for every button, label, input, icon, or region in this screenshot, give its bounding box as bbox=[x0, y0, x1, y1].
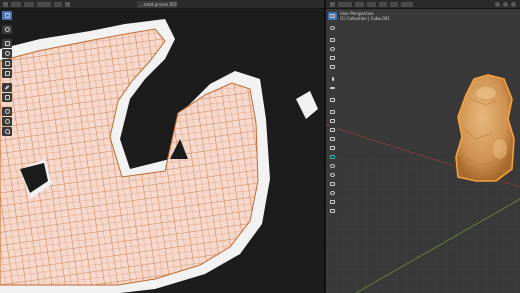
editor-type-icon[interactable] bbox=[330, 1, 335, 7]
solid-shading-icon[interactable] bbox=[495, 2, 500, 7]
transform-tool-icon[interactable] bbox=[2, 69, 12, 78]
image-selector[interactable]: ...rotat.pncom.001 bbox=[137, 1, 177, 8]
edge-slide-tool-icon[interactable] bbox=[328, 180, 337, 188]
extrude-tool-icon[interactable] bbox=[328, 108, 337, 116]
cursor-tool-icon[interactable] bbox=[2, 25, 12, 34]
grab-tool-icon[interactable] bbox=[2, 107, 12, 116]
inset-tool-icon[interactable] bbox=[328, 117, 337, 125]
add-cube-tool-icon[interactable] bbox=[328, 96, 337, 104]
move-tool-icon[interactable] bbox=[2, 39, 12, 48]
editor-type-icon[interactable] bbox=[3, 1, 8, 7]
blender-window: ...rotat.pncom.001 User Perspective (1) … bbox=[0, 0, 520, 293]
viewport-header bbox=[326, 0, 520, 9]
collection-label: (1) Collection | Cube.001 bbox=[340, 16, 390, 21]
select-menu[interactable] bbox=[367, 1, 376, 7]
shrink-tool-icon[interactable] bbox=[328, 189, 337, 197]
mesh-menu[interactable] bbox=[390, 1, 398, 7]
polybuild-tool-icon[interactable] bbox=[328, 153, 337, 161]
rotate-tool-icon[interactable] bbox=[328, 45, 337, 53]
rip-tool-icon[interactable] bbox=[328, 207, 337, 215]
viewport-canvas[interactable] bbox=[326, 9, 520, 293]
rendered-shading-icon[interactable] bbox=[511, 2, 516, 7]
uv-canvas[interactable] bbox=[0, 9, 324, 293]
view-menu[interactable] bbox=[11, 1, 21, 7]
transform-tool-icon[interactable] bbox=[328, 63, 337, 71]
select-menu[interactable] bbox=[24, 1, 34, 7]
measure-tool-icon[interactable] bbox=[328, 84, 337, 92]
image-menu[interactable] bbox=[37, 1, 51, 7]
annotate-tool-icon[interactable] bbox=[328, 75, 337, 83]
viewport-toolbar bbox=[328, 12, 337, 215]
rip-tool-icon[interactable] bbox=[2, 93, 12, 102]
rotate-tool-icon[interactable] bbox=[2, 49, 12, 58]
select-tool-icon[interactable] bbox=[2, 11, 12, 20]
pin-icon[interactable] bbox=[65, 1, 70, 7]
uv-menu[interactable] bbox=[54, 1, 62, 7]
loopcut-tool-icon[interactable] bbox=[328, 135, 337, 143]
3d-viewport[interactable]: User Perspective (1) Collection | Cube.0… bbox=[326, 0, 520, 293]
knife-tool-icon[interactable] bbox=[328, 144, 337, 152]
material-shading-icon[interactable] bbox=[503, 2, 508, 7]
uv-editor[interactable]: ...rotat.pncom.001 bbox=[0, 0, 324, 293]
shear-tool-icon[interactable] bbox=[328, 198, 337, 206]
annotate-tool-icon[interactable] bbox=[2, 83, 12, 92]
add-menu[interactable] bbox=[379, 1, 387, 7]
pinch-tool-icon[interactable] bbox=[2, 127, 12, 136]
smooth-tool-icon[interactable] bbox=[328, 171, 337, 179]
uv-toolbar bbox=[2, 11, 12, 136]
cursor-tool-icon[interactable] bbox=[328, 24, 337, 32]
spin-tool-icon[interactable] bbox=[328, 162, 337, 170]
bevel-tool-icon[interactable] bbox=[328, 126, 337, 134]
viewport-info-overlay: User Perspective (1) Collection | Cube.0… bbox=[340, 11, 390, 21]
select-tool-icon[interactable] bbox=[328, 12, 337, 20]
uv-menu[interactable] bbox=[401, 1, 413, 7]
move-tool-icon[interactable] bbox=[328, 36, 337, 44]
scale-tool-icon[interactable] bbox=[2, 59, 12, 68]
mode-selector[interactable] bbox=[338, 1, 352, 7]
viewport-shading-controls bbox=[495, 2, 516, 7]
scale-tool-icon[interactable] bbox=[328, 54, 337, 62]
view-menu[interactable] bbox=[355, 1, 364, 7]
relax-tool-icon[interactable] bbox=[2, 117, 12, 126]
